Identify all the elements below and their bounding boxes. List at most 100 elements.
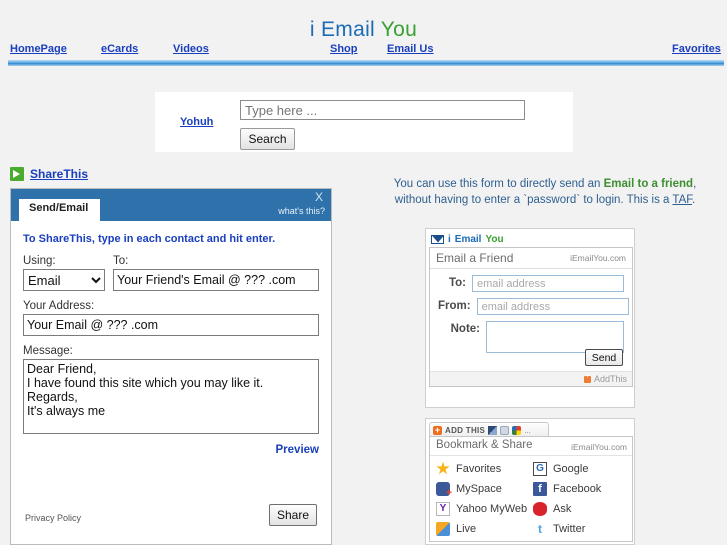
- addthis-plus-icon: [433, 425, 442, 435]
- to-field-group: To:: [113, 255, 319, 291]
- addthis-chart-icon: [488, 425, 498, 435]
- bookmark-share-widget: Bookmark & Share iEmailYou.com Favorites…: [429, 436, 633, 542]
- to-label: To:: [113, 255, 129, 267]
- nav-email-us[interactable]: Email Us: [387, 43, 433, 55]
- sharethis-body: To ShareThis, type in each contact and h…: [11, 221, 331, 456]
- sharethis-using-to-row: Using: Email To:: [23, 255, 319, 291]
- live-icon: [436, 521, 450, 536]
- addthis-label: AddThis: [593, 374, 627, 384]
- sharethis-link[interactable]: ShareThis: [30, 167, 88, 181]
- eaf-logo-part-i: i: [448, 233, 451, 245]
- message-textarea[interactable]: Dear Friend, I have found this site whic…: [23, 359, 319, 434]
- search-input[interactable]: [240, 100, 525, 120]
- addthis-tab[interactable]: ADD THIS ...: [429, 422, 549, 437]
- share-label: Ask: [553, 502, 572, 515]
- eaf-logo-part-you: You: [485, 233, 504, 245]
- tab-send-email[interactable]: Send/Email: [19, 199, 101, 221]
- share-item-ask[interactable]: Ask: [533, 499, 628, 518]
- eaf-from-label: From:: [438, 300, 471, 312]
- search-panel: Yohuh Search: [155, 92, 573, 152]
- google-icon: [533, 461, 547, 476]
- addthis-link[interactable]: AddThis: [583, 372, 627, 384]
- logo-part-i: i: [309, 18, 315, 41]
- share-label: Favorites: [456, 462, 502, 475]
- nav-homepage[interactable]: HomePage: [10, 43, 67, 55]
- eaf-to-label: To:: [448, 277, 466, 289]
- intro-line2-c: .: [692, 194, 696, 206]
- share-label: Google: [553, 462, 589, 475]
- envelope-icon: [431, 234, 444, 244]
- share-label: Facebook: [553, 482, 602, 495]
- sharethis-icon: [10, 167, 24, 181]
- twitter-icon: [533, 521, 547, 536]
- bookmark-share-site: iEmailYou.com: [571, 442, 627, 452]
- myspace-icon: [436, 481, 452, 499]
- to-input[interactable]: [113, 269, 319, 291]
- share-label: Twitter: [553, 522, 586, 535]
- share-item-favorites[interactable]: Favorites: [436, 459, 531, 478]
- logo-part-you: You: [380, 18, 418, 41]
- your-address-label: Your Address:: [23, 300, 95, 312]
- share-item-google[interactable]: Google: [533, 459, 628, 478]
- eaf-logo-part-email: Email: [454, 233, 482, 245]
- privacy-policy-link[interactable]: Privacy Policy: [25, 513, 81, 523]
- bookmark-share-container: ADD THIS ... Bookmark & Share iEmailYou.…: [425, 418, 635, 545]
- eaf-from-row: From:: [438, 298, 629, 315]
- taf-link[interactable]: TAF: [672, 194, 692, 206]
- message-group: Message: Dear Friend, I have found this …: [23, 345, 319, 437]
- share-button[interactable]: Share: [269, 504, 317, 526]
- using-field-group: Using: Email: [23, 255, 105, 291]
- eaf-send-button[interactable]: Send: [585, 349, 623, 366]
- yohuh-link[interactable]: Yohuh: [180, 116, 213, 128]
- addthis-tab-label: ADD THIS: [445, 425, 486, 435]
- your-address-input[interactable]: [23, 314, 319, 336]
- bookmark-share-header: Bookmark & Share iEmailYou.com: [430, 437, 632, 456]
- using-select[interactable]: Email: [23, 269, 105, 291]
- nav-favorites[interactable]: Favorites: [672, 43, 721, 55]
- preview-link[interactable]: Preview: [23, 444, 319, 456]
- message-label: Message:: [23, 345, 73, 357]
- intro-highlight: Email to a friend: [603, 178, 694, 190]
- share-label: MySpace: [456, 482, 502, 495]
- ask-icon: [533, 501, 547, 516]
- using-label: Using:: [23, 255, 56, 267]
- sharethis-header: ShareThis: [10, 166, 88, 182]
- addthis-people-icon: [500, 425, 510, 435]
- search-button[interactable]: Search: [240, 128, 295, 150]
- sharethis-instructions: To ShareThis, type in each contact and h…: [23, 233, 276, 245]
- eaf-addthis-bar: AddThis: [430, 371, 632, 386]
- intro-line2-a: without having to enter a `password` to …: [394, 194, 673, 206]
- share-item-twitter[interactable]: Twitter: [533, 519, 628, 538]
- email-a-friend-site: iEmailYou.com: [570, 253, 626, 263]
- share-label: Yahoo MyWeb: [456, 502, 528, 515]
- logo-part-email: Email: [320, 18, 375, 41]
- eaf-from-input[interactable]: [476, 298, 629, 315]
- facebook-icon: [533, 481, 547, 496]
- email-a-friend-widget: Email a Friend iEmailYou.com To: From: N…: [429, 247, 633, 387]
- intro-text: You can use this form to directly send a…: [370, 176, 720, 208]
- share-item-yahoo-myweb[interactable]: Yahoo MyWeb: [436, 499, 531, 518]
- nav-videos[interactable]: Videos: [173, 43, 209, 55]
- addthis-plus-icon: [583, 372, 591, 383]
- eaf-to-input[interactable]: [472, 275, 624, 292]
- addthis-more-icon: ...: [524, 425, 531, 435]
- header-divider: [8, 60, 724, 66]
- email-a-friend-title: Email a Friend: [436, 251, 514, 265]
- whats-this-link[interactable]: what's this?: [278, 206, 325, 216]
- share-item-live[interactable]: Live: [436, 519, 531, 538]
- yahoo-myweb-icon: [436, 501, 450, 516]
- email-a-friend-brand: i Email You: [431, 232, 504, 246]
- nav-ecards[interactable]: eCards: [101, 43, 138, 55]
- share-item-facebook[interactable]: Facebook: [533, 479, 628, 498]
- share-label: Live: [456, 522, 477, 535]
- nav-shop[interactable]: Shop: [330, 43, 358, 55]
- sharethis-titlebar: Send/Email X what's this?: [11, 189, 331, 221]
- intro-line1-a: You can use this form to directly send a…: [393, 178, 604, 190]
- sharethis-footer: Privacy Policy Share: [11, 504, 331, 530]
- your-address-group: Your Address:: [23, 300, 319, 336]
- site-logo: i Email You: [0, 18, 727, 42]
- share-item-myspace[interactable]: MySpace: [436, 479, 531, 499]
- eaf-to-row: To:: [438, 275, 624, 292]
- close-icon[interactable]: X: [315, 190, 323, 204]
- bookmark-share-grid: Favorites Google MySpace Facebook Yahoo …: [430, 456, 632, 538]
